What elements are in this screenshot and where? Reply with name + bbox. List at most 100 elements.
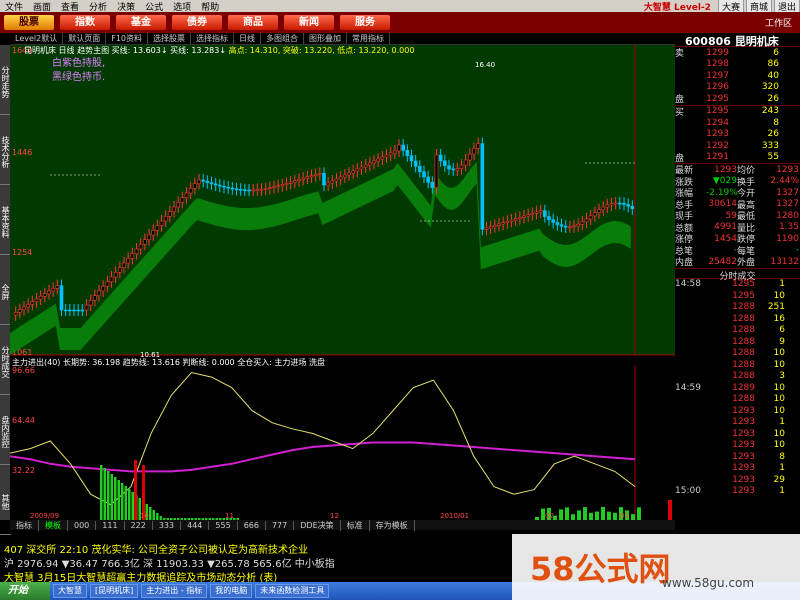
price-y-label: 1446 — [12, 148, 32, 157]
toolbar-select-stock[interactable]: 选择股票 — [148, 33, 191, 44]
task-computer[interactable]: 我的电脑 — [210, 584, 253, 598]
bottom-tab[interactable]: 444 — [181, 520, 210, 530]
ob-q: 320 — [761, 82, 779, 93]
candle-body — [534, 211, 539, 214]
candle-body — [343, 174, 347, 178]
task-stock[interactable]: [昆明机床] — [90, 584, 139, 598]
volume-bar — [565, 507, 569, 520]
menu-view[interactable]: 画面 — [28, 0, 56, 13]
tick-row: 1293 10 — [675, 405, 800, 417]
tick-row: 1288 10 — [675, 394, 800, 406]
sell-level[interactable]: 1297 40 — [675, 70, 800, 82]
stat-value: 1.35 — [778, 222, 799, 233]
candle-body — [430, 182, 435, 188]
candle-body — [468, 153, 472, 161]
candle-body — [193, 183, 197, 189]
bottom-tab[interactable]: 777 — [266, 520, 295, 530]
nav-bar: 股票 指数 基金 债券 商品 新闻 服务 工作区 — [0, 12, 800, 33]
candle-body — [284, 183, 289, 185]
nav-bond[interactable]: 债券 — [172, 15, 222, 30]
volume-bar — [114, 477, 117, 520]
candle-body — [84, 304, 89, 311]
workspace-label[interactable]: 工作区 — [765, 16, 792, 29]
menu-help[interactable]: 帮助 — [196, 0, 224, 13]
candle-body — [163, 216, 168, 222]
menu-analysis[interactable]: 分析 — [84, 0, 112, 13]
buy-level[interactable]: 1292 333 — [675, 140, 800, 152]
bottom-tab[interactable]: 222 — [125, 520, 153, 530]
bottom-tab[interactable]: 000 — [68, 520, 97, 530]
bottom-tab[interactable]: 111 — [96, 520, 125, 530]
toolbar-f10[interactable]: F10资料 — [106, 33, 148, 44]
tick-q: 1 — [779, 463, 785, 474]
task-dzh[interactable]: 大智慧 — [53, 584, 87, 598]
nav-fund[interactable]: 基金 — [116, 15, 166, 30]
ob-l: 盘 — [675, 95, 685, 106]
bottom-tab[interactable]: 标准 — [341, 519, 370, 531]
candle-body — [376, 158, 380, 162]
ob-q: 55 — [767, 152, 779, 163]
toolbar-overlay[interactable]: 图形叠加 — [304, 33, 347, 44]
candle-body — [288, 181, 293, 184]
candle-body — [180, 197, 185, 203]
candle-body — [397, 144, 401, 152]
candle-body — [622, 202, 626, 205]
bottom-tab[interactable]: DDE决策 — [294, 519, 341, 531]
candle-body — [176, 202, 180, 208]
buy-level[interactable]: 1293 26 — [675, 129, 800, 141]
start-button[interactable]: 开始 — [0, 582, 50, 600]
ob-l: 盘 — [675, 153, 685, 164]
candle-body — [30, 301, 35, 305]
sell-level[interactable]: 卖 1299 6 — [675, 47, 800, 60]
nav-service[interactable]: 服务 — [340, 15, 390, 30]
toolbar-common-indicator[interactable]: 常用指标 — [347, 33, 390, 44]
sell-level[interactable]: 1296 320 — [675, 82, 800, 94]
candle-body — [593, 212, 597, 217]
ticks-header[interactable]: 分时成交 — [675, 267, 800, 282]
nav-commodity[interactable]: 商品 — [228, 15, 278, 30]
menu-look[interactable]: 查看 — [56, 0, 84, 13]
volume-bar — [103, 468, 106, 520]
toolbar-multi-chart[interactable]: 多图组合 — [261, 33, 304, 44]
menu-options[interactable]: 选项 — [168, 0, 196, 13]
toolbar-level2[interactable]: Level2默认 — [10, 33, 64, 44]
bottom-tab[interactable]: 333 — [153, 520, 182, 530]
ob-q: 8 — [773, 117, 779, 128]
tick-q: 9 — [779, 336, 785, 347]
sell-level[interactable]: 1298 86 — [675, 59, 800, 71]
bottom-tab[interactable]: 存为模板 — [370, 519, 415, 531]
tick-p: 1295 — [732, 279, 755, 290]
toolbar-daily[interactable]: 日线 — [234, 33, 261, 44]
candle-body — [605, 204, 610, 208]
ob-q: 86 — [767, 59, 779, 70]
nav-index[interactable]: 指数 — [60, 15, 110, 30]
chart-area[interactable]: 1640 1446 1254 1061 16.40 10.61 96.66 64.44 32.… — [10, 45, 675, 520]
buy-level[interactable]: 买 1295 243 — [675, 106, 800, 118]
bottom-tab[interactable]: 666 — [238, 520, 266, 530]
chart-svg[interactable]: 164014461254106116.4010.61 96.6664.4432.… — [10, 45, 675, 520]
nav-stock[interactable]: 股票 — [4, 15, 54, 30]
bottom-tab[interactable]: 指标 — [10, 519, 39, 531]
toolbar-default-page[interactable]: 默认页面 — [63, 33, 107, 44]
tick-row: 1288 16 — [675, 313, 800, 325]
task-detector[interactable]: 未来函数检测工具 — [255, 584, 330, 598]
stat-value: 1280 — [776, 210, 799, 221]
candle-body — [47, 290, 51, 294]
bottom-tab[interactable]: 模板 — [39, 519, 68, 531]
buy-level[interactable]: 盘 1291 55 — [675, 152, 800, 164]
candle-body — [218, 184, 222, 187]
tick-p: 1288 — [732, 313, 755, 324]
buy-level[interactable]: 1294 8 — [675, 117, 800, 129]
toolbar-select-indicator[interactable]: 选择指标 — [191, 33, 234, 44]
x-axis-label: 02 — [545, 512, 554, 520]
task-indicator[interactable]: 主力进出 - 指标 — [141, 584, 208, 598]
menu-decision[interactable]: 决策 — [112, 0, 140, 13]
x-axis-label: 10 — [140, 512, 149, 520]
menu-formula[interactable]: 公式 — [140, 0, 168, 13]
nav-news[interactable]: 新闻 — [284, 15, 334, 30]
menu-file[interactable]: 文件 — [0, 0, 28, 13]
sell-level[interactable]: 盘 1295 26 — [675, 93, 800, 106]
candle-body — [451, 168, 455, 171]
bottom-tab[interactable]: 555 — [209, 520, 238, 530]
candle-body — [222, 185, 226, 188]
